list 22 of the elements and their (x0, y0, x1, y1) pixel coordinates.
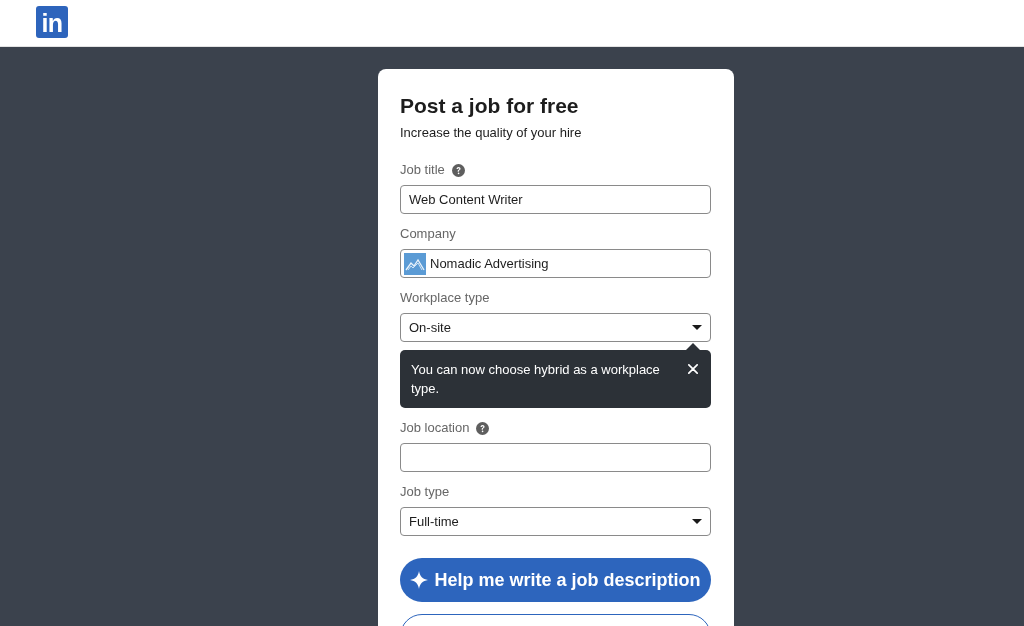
dropdown-field[interactable]: On-site (400, 313, 711, 342)
field-label: Job type (400, 483, 450, 501)
field-label: Job location (400, 419, 470, 437)
tooltip-text: You can now choose hybrid as a workplace type. (411, 361, 661, 398)
text-field[interactable] (400, 443, 711, 472)
help-icon[interactable] (451, 163, 465, 177)
dropdown-field[interactable]: Full-time (400, 507, 711, 536)
help-icon[interactable] (476, 421, 490, 435)
form-title: Post a job for free (400, 93, 580, 119)
form-subtitle: Increase the quality of your hire (400, 124, 583, 142)
close-icon[interactable] (688, 364, 698, 374)
text-field[interactable]: Web Content Writer (400, 185, 711, 214)
company-field[interactable]: Nomadic Advertising (400, 249, 711, 278)
field-label: Workplace type (400, 289, 490, 307)
caret-icon (692, 325, 702, 330)
logo[interactable]: in (36, 6, 68, 38)
mountains-icon (404, 252, 426, 275)
field-label: Company (400, 225, 456, 243)
sparkle-icon (410, 571, 429, 589)
field-label: Job title (400, 161, 445, 179)
caret-icon (692, 519, 702, 524)
write-description-button[interactable]: Help me write a job description (400, 558, 711, 602)
